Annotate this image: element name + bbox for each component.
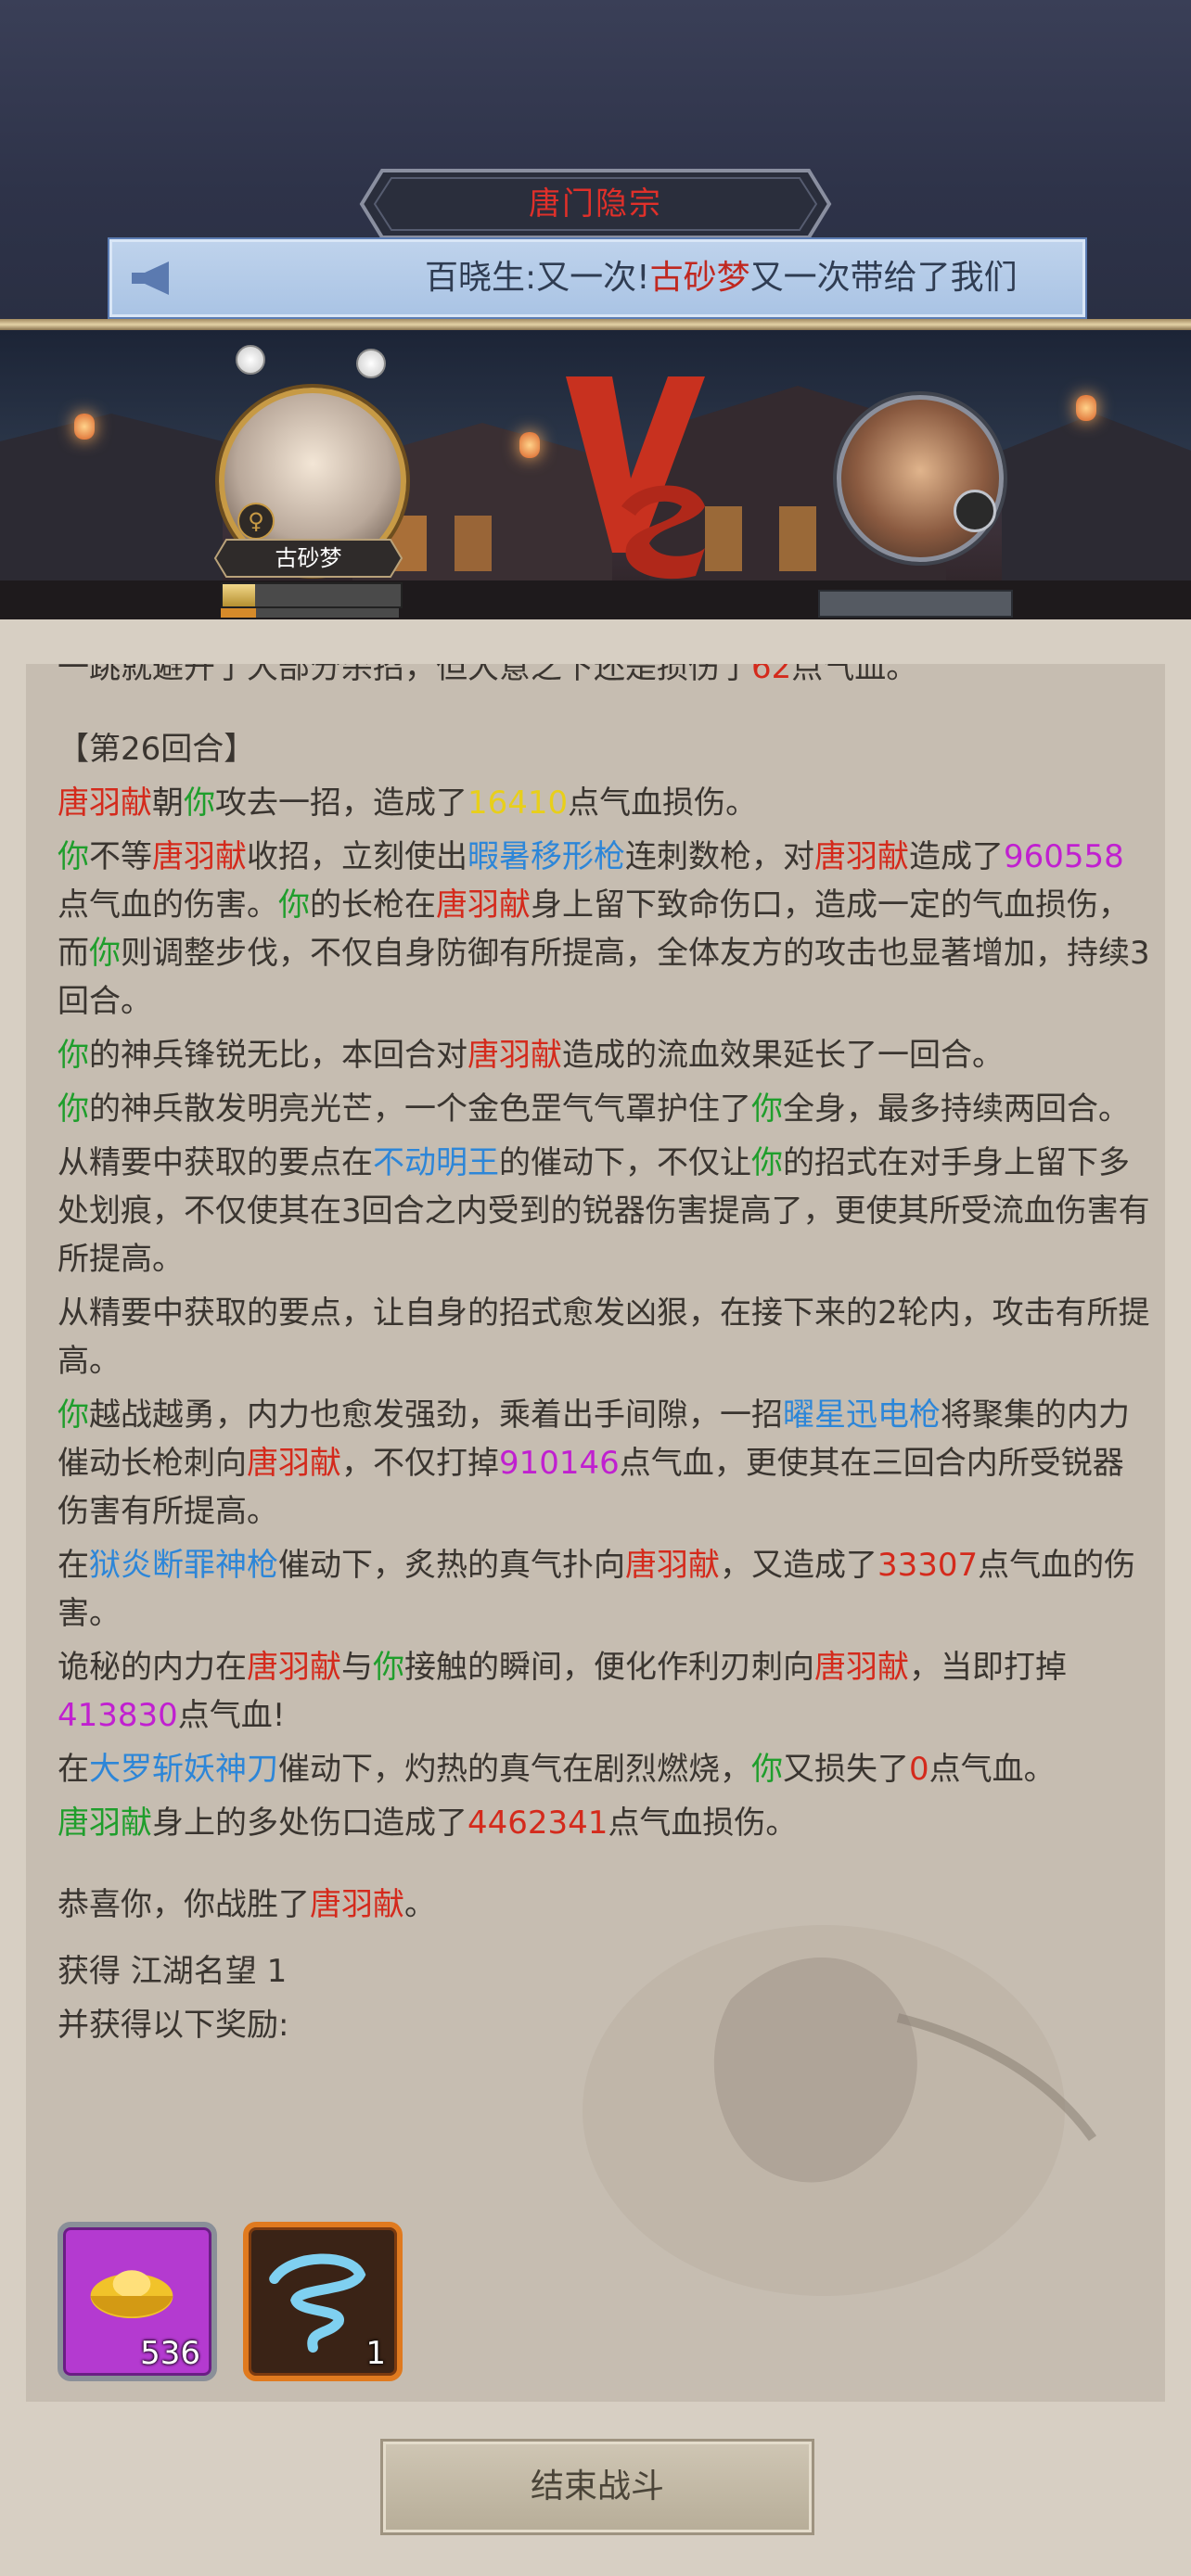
log-line: 唐羽献朝你攻去一招，造成了16410点气血损伤。 [58,784,758,822]
weapon-icon [954,490,996,532]
reputation-gain: 获得 江湖名望 1 [58,1953,288,1990]
log-line: 你不等唐羽献收招，立刻使出暇暑移形枪连刺数枪，对唐羽献造成了960558点气血的… [58,838,1150,1020]
player-hp-fill [223,584,255,606]
player-hp-bar [221,582,403,608]
vs-emblem [566,376,705,580]
location-title: 唐门隐宗 [529,185,662,223]
enemy-avatar[interactable] [837,395,1004,562]
lantern-icon [1076,395,1096,421]
log-line: 诡秘的内力在唐羽献与你接触的瞬间，便化作利刃刺向唐羽献，当即打掉413830点气… [58,1649,1067,1734]
log-line: 在大罗斩妖神刀催动下，灼热的真气在剧烈燃烧，你又损失了0点气血。 [58,1751,1056,1788]
enemy-hp-bar [818,590,1013,618]
lantern-icon [74,414,95,440]
player-energy-fill [221,608,257,618]
round-label: 【第26回合】 [58,731,256,768]
log-line: 一跳就避开了大部分杀招，但大意之下还是损伤了62点气血。 [58,664,918,686]
log-line: 在狱炎断罪神枪催动下，炙热的真气扑向唐羽献，又造成了33307点气血的伤害。 [58,1547,1136,1632]
reward-quantity: 1 [365,2335,386,2372]
top-header: 唐门隐宗 百晓生:又一次!古砂梦又一次带给了我们 [0,0,1191,320]
player-name: 古砂梦 [275,545,342,571]
battle-log: 一跳就避开了大部分杀招，但大意之下还是损伤了62点气血。 【第26回合】 唐羽献… [58,664,1152,2055]
end-battle-button[interactable]: 结束战斗 [380,2439,814,2535]
reward-item-whirlwind[interactable]: 1 [243,2222,403,2381]
log-line: 从精要中获取的要点，让自身的招式愈发凶狠，在接下来的2轮内，攻击有所提高。 [58,1294,1150,1380]
megaphone-icon [132,261,169,295]
announcement-marquee: 百晓生:又一次!古砂梦又一次带给了我们 [108,237,1087,319]
orb-icon [236,345,265,375]
female-icon: ♀ [237,503,275,540]
reward-heading: 并获得以下奖励: [58,2007,289,2044]
reward-quantity: 536 [140,2335,200,2372]
log-line: 你的神兵锋锐无比，本回合对唐羽献造成的流血效果延长了一回合。 [58,1037,1004,1074]
orb-icon [356,349,386,378]
battle-log-panel[interactable]: 一跳就避开了大部分杀招，但大意之下还是损伤了62点气血。 【第26回合】 唐羽献… [26,664,1165,2402]
marquee-text: 百晓生:又一次!古砂梦又一次带给了我们 [425,259,1018,297]
victory-line: 恭喜你，你战胜了唐羽献。 [58,1886,436,1923]
player-energy-bar [221,608,399,618]
log-line: 唐羽献身上的多处伤口造成了4462341点气血损伤。 [58,1804,798,1842]
log-line: 你的神兵散发明亮光芒，一个金色罡气气罩护住了你全身，最多持续两回合。 [58,1090,1130,1128]
lantern-icon [519,432,540,458]
title-plate: 唐门隐宗 [358,167,833,241]
battle-scene: ♀ [0,330,1191,619]
reward-item-gold[interactable]: 536 [58,2222,217,2381]
log-line: 你越战越勇，内力也愈发强劲，乘着出手间隙，一招曜星迅电枪将聚集的内力催动长枪刺向… [58,1396,1130,1530]
header-divider [0,319,1191,330]
log-line: 从精要中获取的要点在不动明王的催动下，不仅让你的招式在对手身上留下多处划痕，不仅… [58,1144,1150,1278]
